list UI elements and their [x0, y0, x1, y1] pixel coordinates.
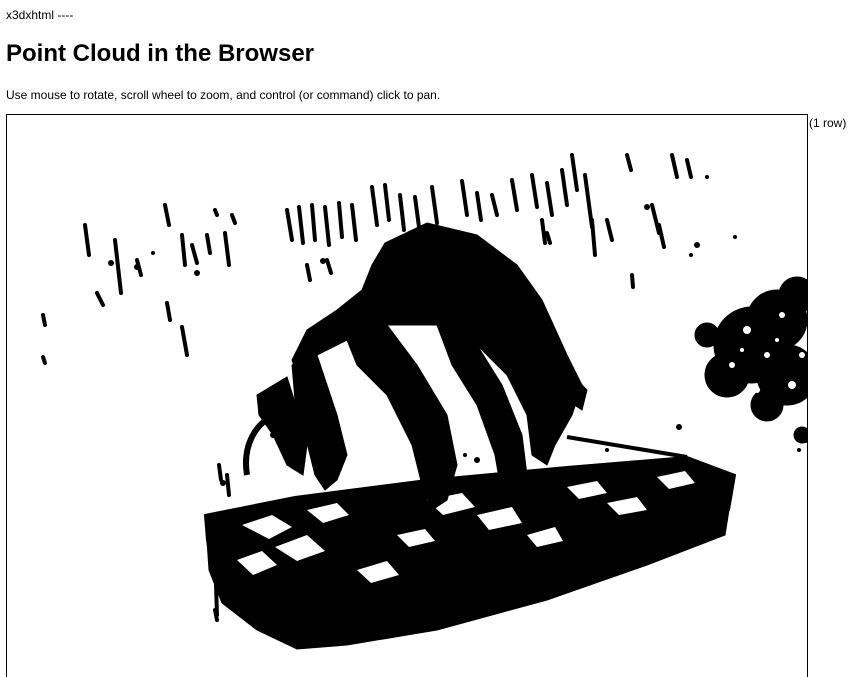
- row-count: (1 row): [809, 116, 847, 130]
- point-cloud-canvas[interactable]: [7, 115, 807, 677]
- page: x3dxhtml ---- Point Cloud in the Browser…: [0, 0, 849, 677]
- header-label: x3dxhtml ----: [6, 8, 74, 22]
- instructions-text: Use mouse to rotate, scroll wheel to zoo…: [6, 88, 441, 102]
- point-cloud: [41, 153, 807, 650]
- page-title: Point Cloud in the Browser: [6, 40, 315, 67]
- point-cloud-viewer[interactable]: [6, 114, 808, 677]
- bush: [694, 276, 807, 444]
- rod: [566, 435, 688, 459]
